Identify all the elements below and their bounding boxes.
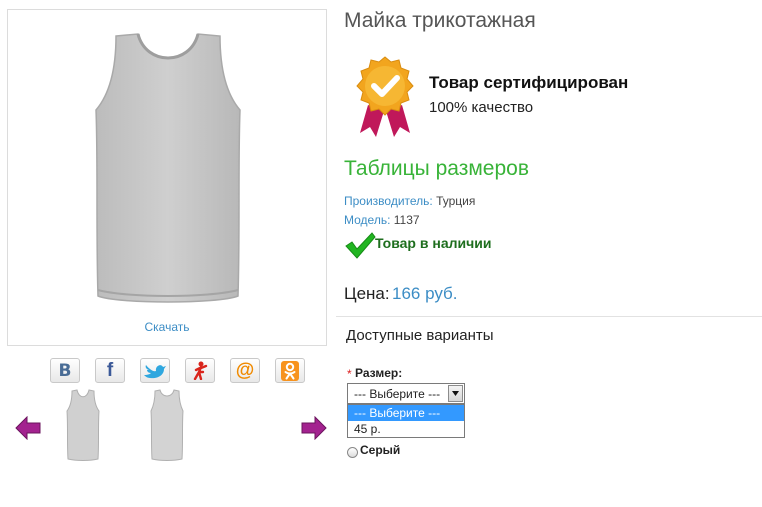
size-label: Размер: [355,366,403,380]
facebook-share-button[interactable]: f [95,358,125,383]
thumbnail-1[interactable] [66,389,100,461]
price-label: Цена: [344,284,390,303]
certificate-subtitle: 100% качество [429,99,534,116]
model-value: 1137 [393,213,420,227]
download-link[interactable]: Скачать [8,320,326,334]
prev-arrow-icon[interactable] [15,416,41,440]
required-marker: * [347,367,352,381]
divider [336,316,762,317]
twitter-share-button[interactable] [140,358,170,383]
product-title: Майка трикотажная [344,9,536,32]
moimir-icon [193,361,208,380]
certificate-ribbon-icon [356,56,414,137]
mailru-share-button[interactable]: @ [230,358,260,383]
size-option-45[interactable]: 45 р. [348,421,464,437]
product-main-image[interactable] [88,32,248,308]
odnoklassniki-icon [281,360,299,381]
twitter-icon [144,365,166,379]
model-row: Модель: 1137 [344,213,420,227]
mailru-icon: @ [235,359,255,381]
color-radio-label: Серый [360,443,401,457]
product-image-panel: Скачать [7,9,327,346]
model-label: Модель: [344,213,391,227]
thumbnail-2[interactable] [150,389,184,461]
stock-status: Товар в наличии [375,235,492,251]
price-value: 166 руб. [392,284,458,303]
size-select[interactable]: --- Выберите --- [347,383,465,404]
size-select-value: --- Выберите --- [354,387,441,401]
vk-icon: В [58,360,72,381]
certificate-title: Товар сертифицирован [429,73,629,92]
chevron-down-icon[interactable] [448,385,463,402]
variants-title: Доступные варианты [346,327,494,344]
manufacturer-label[interactable]: Производитель: [344,194,433,208]
check-icon [345,232,376,259]
size-table-link[interactable]: Таблицы размеров [344,157,529,181]
odnoklassniki-share-button[interactable] [275,358,305,383]
manufacturer-value: Турция [436,194,476,208]
moimir-share-button[interactable] [185,358,215,383]
color-radio-gray[interactable] [347,447,358,458]
size-dropdown-list: --- Выберите --- 45 р. [347,404,465,438]
vk-share-button[interactable]: В [50,358,80,383]
size-option-placeholder[interactable]: --- Выберите --- [348,405,464,421]
manufacturer-row: Производитель: Турция [344,194,475,208]
next-arrow-icon[interactable] [301,416,327,440]
facebook-icon: f [106,359,114,381]
